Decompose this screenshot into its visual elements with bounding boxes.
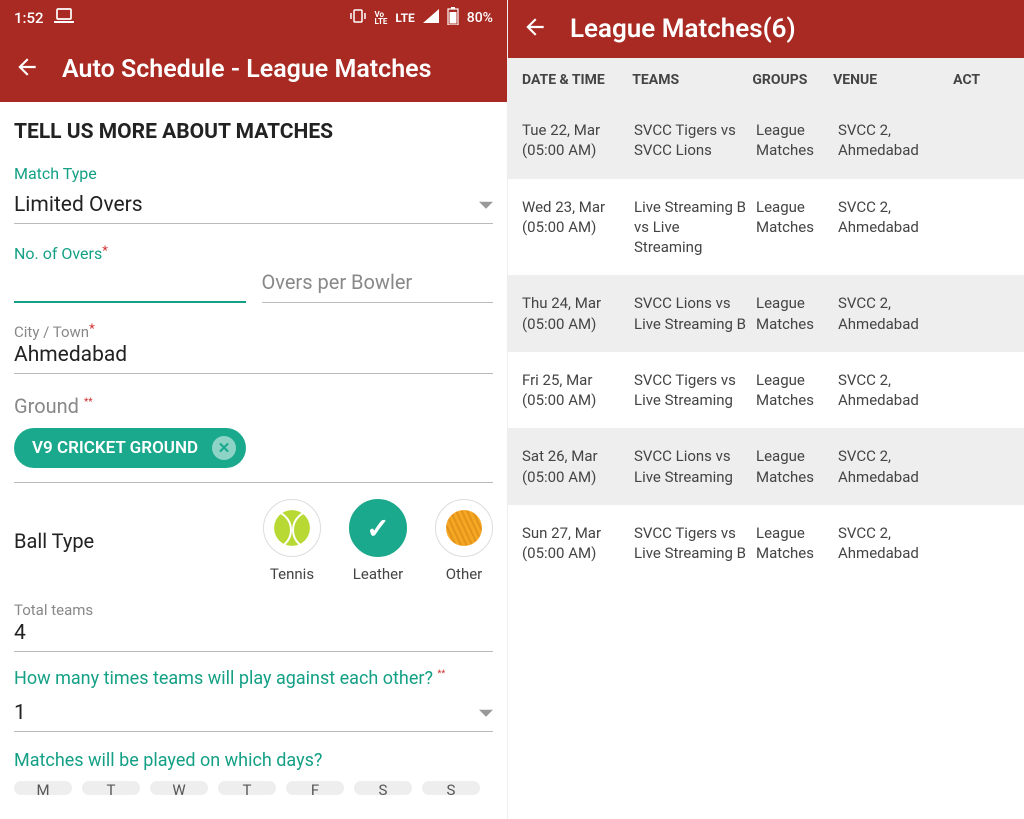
col-act-header: ACT xyxy=(953,72,1024,88)
match-type-select[interactable]: Limited Overs xyxy=(14,187,493,224)
page-title-right: League Matches(6) xyxy=(570,14,796,44)
play-times-select[interactable]: 1 xyxy=(14,695,493,732)
cell-datetime: Tue 22, Mar (05:00 AM) xyxy=(522,120,634,161)
days-question: Matches will be played on which days? xyxy=(14,750,493,771)
back-icon[interactable] xyxy=(14,54,40,84)
cell-groups: League Matches xyxy=(756,120,838,161)
day-m[interactable]: M xyxy=(14,781,72,795)
required-star: * xyxy=(102,244,108,259)
battery-icon xyxy=(447,7,459,29)
ground-label: Ground ** xyxy=(14,394,493,418)
other-ball-icon xyxy=(446,510,482,546)
cell-venue: SVCC 2, Ahmedabad xyxy=(838,370,960,411)
cell-teams: SVCC Lions vs Live Streaming B xyxy=(634,293,756,334)
ball-other-label: Other xyxy=(446,565,483,583)
col-datetime-header: DATE & TIME xyxy=(522,72,632,88)
ground-chip[interactable]: V9 CRICKET GROUND ✕ xyxy=(14,428,246,468)
table-row[interactable]: Thu 24, Mar (05:00 AM)SVCC Lions vs Live… xyxy=(508,275,1024,352)
divider xyxy=(14,482,493,483)
cell-teams: Live Streaming B vs Live Streaming xyxy=(634,197,756,258)
table-row[interactable]: Sun 27, Mar (05:00 AM)SVCC Tigers vs Liv… xyxy=(508,505,1024,582)
overs-input[interactable] xyxy=(14,267,246,303)
cell-teams: SVCC Tigers vs SVCC Lions xyxy=(634,120,756,161)
ball-type-label: Ball Type xyxy=(14,529,263,553)
check-icon: ✓ xyxy=(366,512,389,545)
city-label: City / Town* xyxy=(14,323,493,341)
col-teams-header: TEAMS xyxy=(632,72,752,88)
overs-per-bowler-input[interactable]: Overs per Bowler xyxy=(262,266,494,303)
status-time: 1:52 xyxy=(14,9,44,27)
required-star: ** xyxy=(437,669,445,679)
volte-icon: VoLTE xyxy=(375,11,388,25)
match-type-value: Limited Overs xyxy=(14,193,479,217)
laptop-icon xyxy=(54,8,74,28)
day-w[interactable]: W xyxy=(150,781,208,795)
cell-groups: League Matches xyxy=(756,523,838,564)
section-heading: TELL US MORE ABOUT MATCHES xyxy=(14,120,493,144)
back-icon[interactable] xyxy=(522,14,548,44)
ball-tennis-label: Tennis xyxy=(270,565,314,583)
table-row[interactable]: Tue 22, Mar (05:00 AM)SVCC Tigers vs SVC… xyxy=(508,102,1024,179)
ball-option-other[interactable]: Other xyxy=(435,499,493,583)
day-t2[interactable]: T xyxy=(218,781,276,795)
cell-venue: SVCC 2, Ahmedabad xyxy=(838,293,960,334)
play-times-question: How many times teams will play against e… xyxy=(14,668,493,689)
required-star: ** xyxy=(84,397,93,408)
table-row[interactable]: Wed 23, Mar (05:00 AM)Live Streaming B v… xyxy=(508,179,1024,276)
col-venue-header: VENUE xyxy=(833,72,953,88)
matches-table: DATE & TIME TEAMS GROUPS VENUE ACT Tue 2… xyxy=(508,58,1024,581)
battery-percent: 80% xyxy=(467,10,493,26)
days-row: M T W T F S S xyxy=(14,781,493,795)
close-icon[interactable]: ✕ xyxy=(212,436,236,460)
left-screen: 1:52 VoLTE LTE 80% Auto Schedule - Leagu… xyxy=(0,0,508,819)
lte-label: LTE xyxy=(395,11,414,25)
page-title-left: Auto Schedule - League Matches xyxy=(62,55,431,84)
cell-groups: League Matches xyxy=(756,370,838,411)
table-row[interactable]: Sat 26, Mar (05:00 AM)SVCC Lions vs Live… xyxy=(508,428,1024,505)
signal-icon xyxy=(423,9,439,27)
cell-datetime: Thu 24, Mar (05:00 AM) xyxy=(522,293,634,334)
cell-datetime: Sun 27, Mar (05:00 AM) xyxy=(522,523,634,564)
cell-venue: SVCC 2, Ahmedabad xyxy=(838,523,960,564)
cell-groups: League Matches xyxy=(756,197,838,258)
cell-datetime: Wed 23, Mar (05:00 AM) xyxy=(522,197,634,258)
chevron-down-icon xyxy=(479,704,493,723)
required-star: * xyxy=(89,322,95,337)
total-teams-value: 4 xyxy=(14,619,493,652)
app-bar-right: League Matches(6) xyxy=(508,0,1024,58)
cell-groups: League Matches xyxy=(756,446,838,487)
city-input[interactable]: Ahmedabad xyxy=(14,341,493,374)
cell-teams: SVCC Lions vs Live Streaming xyxy=(634,446,756,487)
cell-teams: SVCC Tigers vs Live Streaming B xyxy=(634,523,756,564)
app-bar-left: Auto Schedule - League Matches xyxy=(0,36,507,102)
ball-option-leather[interactable]: ✓ Leather xyxy=(349,499,407,583)
match-type-label: Match Type xyxy=(14,164,493,183)
tennis-ball-icon xyxy=(274,510,310,546)
total-teams-label: Total teams xyxy=(14,601,493,619)
cell-datetime: Fri 25, Mar (05:00 AM) xyxy=(522,370,634,411)
col-groups-header: GROUPS xyxy=(752,72,833,88)
cell-teams: SVCC Tigers vs Live Streaming xyxy=(634,370,756,411)
status-bar: 1:52 VoLTE LTE 80% xyxy=(0,0,507,36)
ball-option-tennis[interactable]: Tennis xyxy=(263,499,321,583)
overs-label: No. of Overs* xyxy=(14,244,246,263)
left-content: TELL US MORE ABOUT MATCHES Match Type Li… xyxy=(0,102,507,795)
table-header: DATE & TIME TEAMS GROUPS VENUE ACT xyxy=(508,58,1024,102)
cell-datetime: Sat 26, Mar (05:00 AM) xyxy=(522,446,634,487)
ball-leather-label: Leather xyxy=(353,565,403,583)
vibrate-icon xyxy=(349,8,367,28)
ground-chip-label: V9 CRICKET GROUND xyxy=(32,438,198,458)
cell-venue: SVCC 2, Ahmedabad xyxy=(838,120,960,161)
cell-venue: SVCC 2, Ahmedabad xyxy=(838,197,960,258)
cell-venue: SVCC 2, Ahmedabad xyxy=(838,446,960,487)
day-s[interactable]: S xyxy=(354,781,412,795)
table-row[interactable]: Fri 25, Mar (05:00 AM)SVCC Tigers vs Liv… xyxy=(508,352,1024,429)
right-screen: League Matches(6) DATE & TIME TEAMS GROU… xyxy=(508,0,1024,819)
day-t[interactable]: T xyxy=(82,781,140,795)
day-s2[interactable]: S xyxy=(422,781,480,795)
cell-groups: League Matches xyxy=(756,293,838,334)
day-f[interactable]: F xyxy=(286,781,344,795)
chevron-down-icon xyxy=(479,196,493,215)
play-times-value: 1 xyxy=(14,701,479,725)
